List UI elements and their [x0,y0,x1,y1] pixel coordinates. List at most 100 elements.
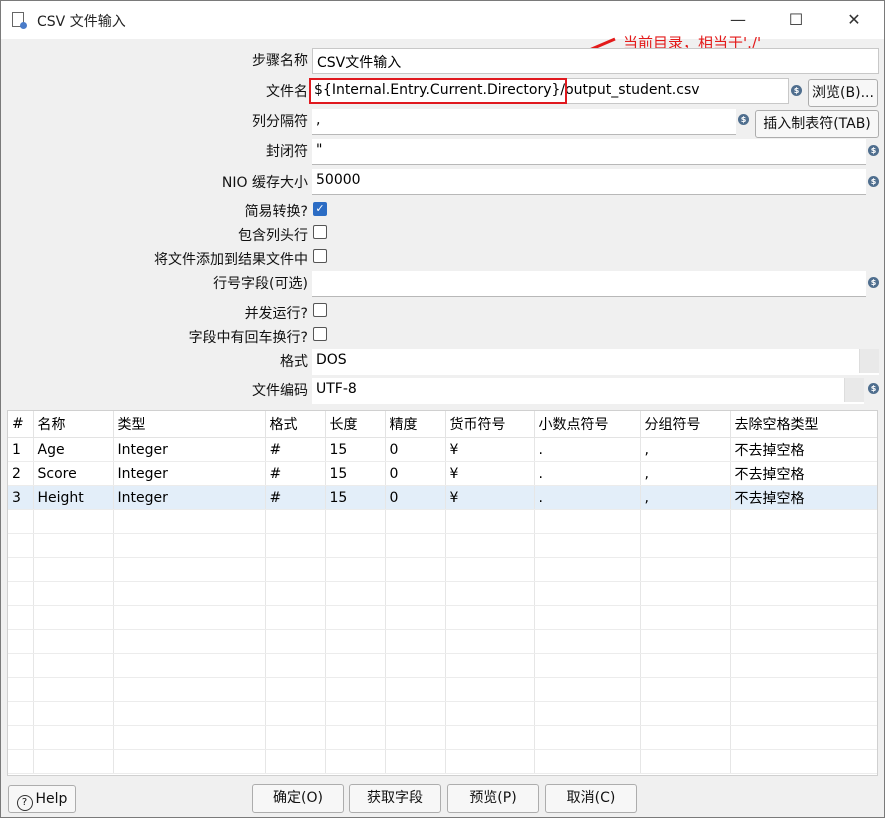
table-cell[interactable]: ¥ [445,461,535,486]
column-header[interactable]: 长度 [325,411,386,438]
encoding-select[interactable]: UTF-8 [312,378,864,404]
table-cell[interactable]: . [534,461,641,486]
column-header[interactable]: 货币符号 [445,411,535,438]
column-header[interactable]: 去除空格类型 [730,411,877,438]
column-header[interactable]: 小数点符号 [534,411,641,438]
table-cell[interactable]: 不去掉空格 [730,437,877,462]
empty-table-cell [534,581,641,606]
empty-table-cell [8,605,34,630]
table-cell[interactable]: Integer [113,437,266,462]
cancel-button[interactable]: 取消(C) [545,784,637,813]
table-cell[interactable]: ¥ [445,437,535,462]
table-cell[interactable]: 15 [325,485,386,510]
table-cell[interactable]: , [640,461,731,486]
empty-table-cell [385,557,446,582]
column-header[interactable]: 格式 [265,411,326,438]
dialog-window: CSV 文件输入 — ☐ ✕ 当前目录，相当于'./' 步骤名称 CSV文件输入… [0,0,885,818]
table-cell[interactable]: Integer [113,461,266,486]
table-cell[interactable]: # [265,485,326,510]
csv-input-app-icon [12,12,27,29]
column-header[interactable]: 分组符号 [640,411,731,438]
table-cell[interactable]: 0 [385,437,446,462]
preview-button[interactable]: 预览(P) [447,784,539,813]
add-to-result-checkbox[interactable] [313,249,327,263]
empty-table-cell [113,557,266,582]
format-label: 格式 [280,354,308,370]
table-cell[interactable]: Age [33,437,114,462]
empty-table-row [8,557,877,582]
empty-table-cell [325,533,386,558]
format-select[interactable]: DOS [312,349,879,375]
empty-table-cell [33,509,114,534]
empty-table-cell [640,533,731,558]
enclosure-input[interactable]: " [312,139,866,165]
table-cell[interactable]: Height [33,485,114,510]
variable-icon: $ [738,114,749,125]
fields-table: ^ # 名称 类型 格式 长度 精度 货币符号 小数点符号 分组符号 去除空格类… [7,410,878,776]
column-header[interactable]: 名称 [33,411,114,438]
empty-table-cell [33,629,114,654]
table-cell[interactable]: 0 [385,485,446,510]
empty-table-cell [113,605,266,630]
empty-table-cell [33,605,114,630]
table-cell[interactable]: , [640,437,731,462]
table-cell[interactable]: 不去掉空格 [730,485,877,510]
rownum-field-input[interactable] [312,271,866,297]
empty-table-row [8,533,877,558]
empty-table-cell [325,557,386,582]
empty-table-cell [445,605,535,630]
empty-table-cell [640,581,731,606]
empty-table-row [8,605,877,630]
insert-tab-button[interactable]: 插入制表符(TAB) [755,110,879,138]
table-cell[interactable]: 0 [385,461,446,486]
empty-table-cell [730,701,877,726]
maximize-button[interactable]: ☐ [773,1,819,39]
encoding-dropdown-arrow[interactable] [844,378,864,402]
empty-table-cell [33,653,114,678]
table-cell[interactable]: # [265,461,326,486]
column-header[interactable]: 精度 [385,411,446,438]
parallel-checkbox[interactable] [313,303,327,317]
table-cell[interactable]: 15 [325,437,386,462]
table-cell[interactable]: , [640,485,731,510]
table-cell[interactable]: Score [33,461,114,486]
empty-table-cell [33,749,114,774]
table-cell[interactable]: 2 [8,461,34,486]
header-row-checkbox[interactable] [313,225,327,239]
close-button[interactable]: ✕ [831,1,877,39]
table-cell[interactable]: ¥ [445,485,535,510]
lazy-conversion-checkbox[interactable]: ✓ [313,202,327,216]
table-row[interactable]: 2 Score Integer # 15 0 ¥ . , 不去掉空格 [8,461,877,486]
format-dropdown-arrow[interactable] [859,349,879,373]
enclosure-label: 封闭符 [266,144,308,160]
empty-table-cell [534,725,641,750]
nio-buffer-input[interactable]: 50000 [312,169,866,195]
table-cell[interactable]: # [265,437,326,462]
table-row-selected[interactable]: 3 Height Integer # 15 0 ¥ . , 不去掉空格 [8,485,877,510]
help-button[interactable]: ? Help [8,785,76,813]
column-header[interactable]: 类型 [113,411,266,438]
browse-button[interactable]: 浏览(B)... [808,79,878,107]
table-cell[interactable]: . [534,485,641,510]
empty-table-cell [534,533,641,558]
table-row[interactable]: 1 Age Integer # 15 0 ¥ . , 不去掉空格 [8,437,877,462]
empty-table-cell [265,581,326,606]
delimiter-input[interactable]: , [312,109,736,135]
table-cell[interactable]: 3 [8,485,34,510]
newline-in-field-checkbox[interactable] [313,327,327,341]
table-cell[interactable]: Integer [113,485,266,510]
empty-table-cell [113,725,266,750]
empty-table-cell [325,749,386,774]
empty-table-cell [730,677,877,702]
table-header-row: # 名称 类型 格式 长度 精度 货币符号 小数点符号 分组符号 去除空格类型 [8,411,877,438]
step-name-input[interactable]: CSV文件输入 [312,48,879,74]
empty-table-cell [640,557,731,582]
empty-table-cell [445,581,535,606]
table-cell[interactable]: 不去掉空格 [730,461,877,486]
empty-table-cell [445,509,535,534]
table-cell[interactable]: . [534,437,641,462]
table-cell[interactable]: 15 [325,461,386,486]
get-fields-button[interactable]: 获取字段 [349,784,441,813]
ok-button[interactable]: 确定(O) [252,784,344,813]
table-cell[interactable]: 1 [8,437,34,462]
